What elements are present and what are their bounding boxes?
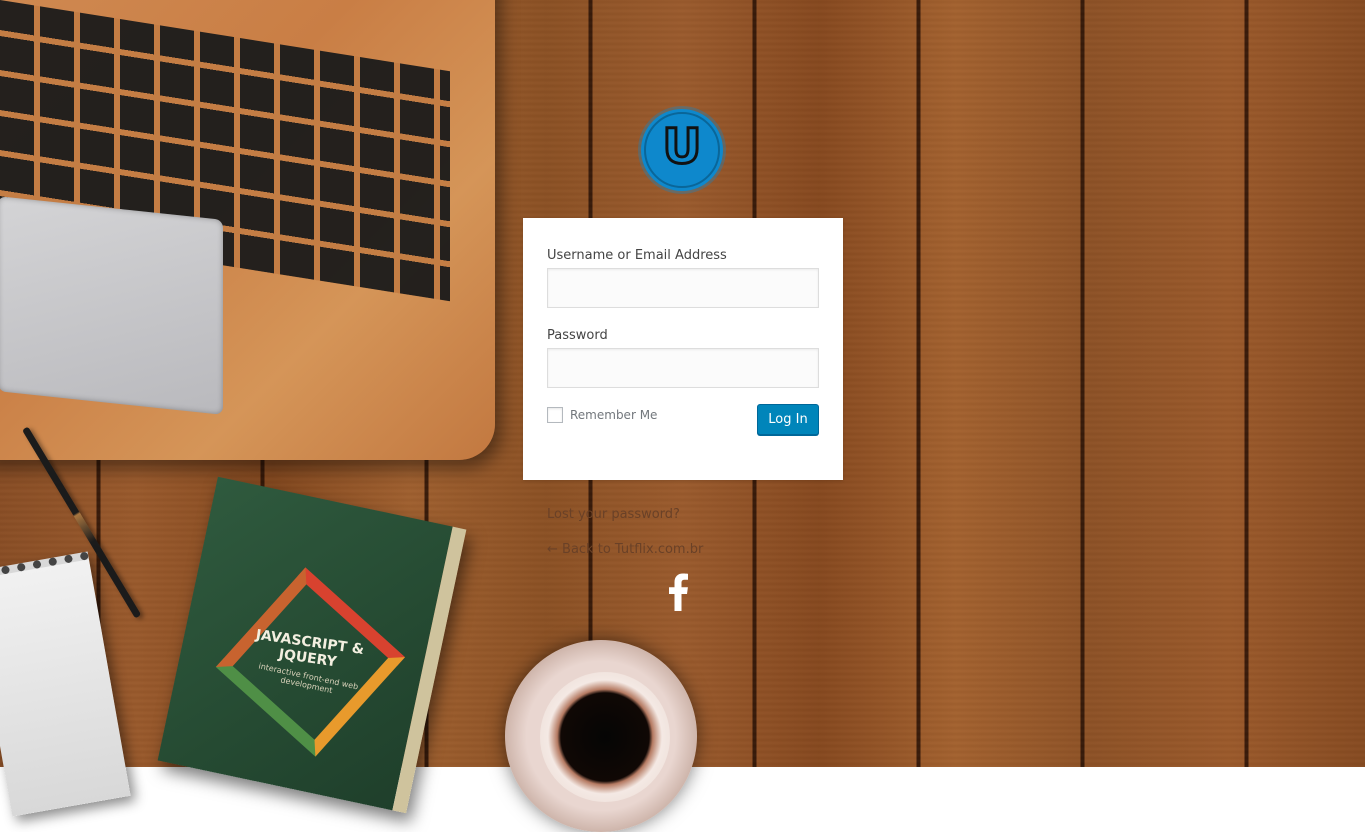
remember-me-checkbox[interactable] (547, 407, 563, 423)
remember-me-label[interactable]: Remember Me (570, 408, 657, 422)
username-input[interactable] (547, 268, 819, 308)
log-in-button[interactable]: Log In (757, 404, 819, 435)
facebook-icon[interactable] (666, 573, 690, 611)
laptop-image (0, 0, 495, 460)
password-input[interactable] (547, 348, 819, 388)
site-logo[interactable]: U (641, 109, 723, 191)
back-to-site-link[interactable]: ← Back to Tutflix.com.br (547, 542, 703, 557)
password-label: Password (547, 328, 608, 343)
trackpad-image (0, 196, 223, 415)
username-label: Username or Email Address (547, 248, 727, 263)
lost-password-link[interactable]: Lost your password? (547, 507, 680, 522)
coffee-cup-image (540, 672, 670, 802)
login-form: Username or Email Address Password Remem… (523, 218, 843, 480)
logo-letter: U (661, 118, 703, 177)
